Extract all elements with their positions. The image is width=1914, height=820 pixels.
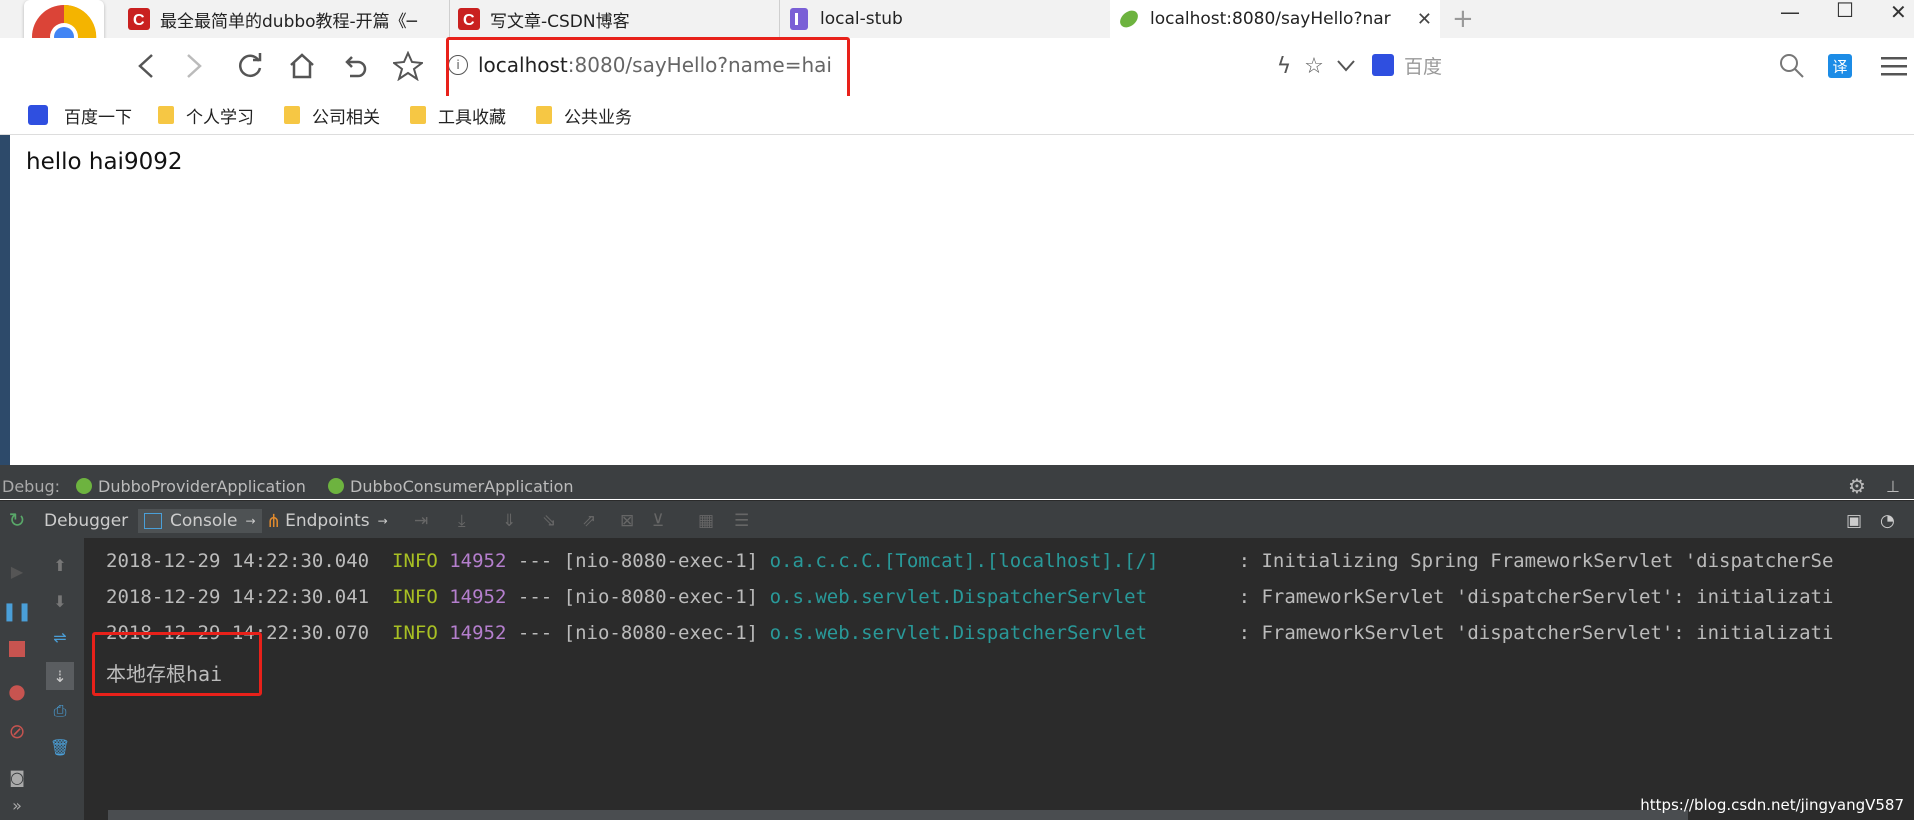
endpoints-icon: ⋔ [266,510,282,532]
tab-debugger[interactable]: Debugger [44,509,128,533]
camera-icon[interactable]: ◙ [6,766,28,788]
print-icon[interactable]: ⎙ [49,700,71,722]
bookmark-baidu[interactable]: 百度一下 [28,102,132,128]
undo-close-button[interactable] [336,48,372,84]
svg-text:C: C [463,12,475,29]
soft-wrap-icon[interactable]: ⇌ [49,626,71,648]
forward-button[interactable] [176,48,212,84]
page-text: hello hai9092 [26,149,183,175]
tab-bar: C 最全最简单的dubbo教程-开篇《─ C 写文章-CSDN博客 local-… [0,0,1914,38]
more-icon[interactable]: » [6,794,28,816]
arrow-up-icon[interactable]: ⬆ [49,554,71,576]
search-icon[interactable] [1774,48,1810,84]
bookmark-folder[interactable]: 工具收藏 [410,102,506,128]
watermark: https://blog.csdn.net/jingyangV587 [1640,796,1904,814]
view-breakpoints-icon[interactable]: ● [6,679,28,703]
tab-local-stub[interactable]: local-stub [780,0,1110,38]
pause-icon[interactable]: ❚❚ [2,600,32,622]
baidu-icon [28,105,48,125]
tab-localhost-sayhello[interactable]: localhost:8080/sayHello?nar ✕ [1110,0,1440,38]
search-box[interactable]: 百度 [1372,46,1792,84]
debug-tabs: Debug: DubboProviderApplication DubboCon… [0,473,1914,499]
baidu-icon [1372,54,1394,76]
ide-divider [0,465,1914,473]
csdn-icon: C [458,8,480,30]
tab-title: 写文章-CSDN博客 [490,11,630,32]
menu-icon[interactable] [1876,48,1912,84]
step-into-icon[interactable]: ⤓ [458,509,466,533]
tab-title: local-stub [820,9,903,29]
rerun-icon[interactable]: ↻ [6,508,28,532]
new-tab-button[interactable]: + [1452,4,1474,34]
search-placeholder: 百度 [1404,55,1443,78]
step-out-icon[interactable]: ⇘ [542,509,556,533]
folder-icon [158,106,174,124]
page-content: hello hai9092 [10,135,1914,465]
spring-boot-icon [328,478,344,494]
back-button[interactable] [128,48,164,84]
translate-button[interactable]: 译 [1822,48,1858,84]
log-line: 2018-12-29 14:22:30.041 INFO 14952 --- [… [106,586,1834,608]
tab-title: localhost:8080/sayHello?nar [1150,9,1391,29]
settings-gear-icon[interactable]: ⚙ [1848,474,1866,498]
horizontal-scrollbar[interactable] [108,810,1688,820]
run-config-consumer[interactable]: DubboConsumerApplication [328,475,574,497]
close-tab-icon[interactable]: ✕ [1417,9,1432,30]
arrow-down-icon[interactable]: ⬇ [49,590,71,612]
drop-frame-icon[interactable]: ⇗ [582,509,596,533]
spring-leaf-icon [1118,8,1140,30]
tab-console[interactable]: Console → [138,509,262,533]
console-side-actions: ⬆ ⬇ ⇌ ⇣ ⎙ 🗑 [36,538,85,820]
tab-csdn-write[interactable]: C 写文章-CSDN博客 [450,0,780,38]
minimize-button[interactable]: — [1780,0,1800,24]
browser-toolbar: i localhost:8080/sayHello?name=hai ϟ ☆ 百… [0,38,1914,96]
mute-breakpoints-icon[interactable]: ⊘ [6,719,28,743]
debug-toolbar: ↻ Debugger Console → ⋔ Endpoints → ⇥ ⤓ ⇓… [0,500,1914,539]
debug-side-actions: ▶ ❚❚ ● ⊘ ◙ » [0,538,36,820]
chevron-down-icon[interactable] [1328,48,1364,84]
run-to-cursor-icon[interactable]: ⊠ [620,509,634,533]
gauge-icon[interactable]: ◔ [1880,509,1895,533]
tab-dubbo-tutorial[interactable]: C 最全最简单的dubbo教程-开篇《─ [120,0,450,38]
memory-icon[interactable]: ▣ [1846,509,1862,533]
bookmark-folder[interactable]: 公共业务 [536,102,632,128]
folder-icon [410,106,426,124]
frames-icon[interactable]: ▦ [698,509,714,533]
evaluate-icon[interactable]: ⊻ [652,509,664,533]
tab-endpoints[interactable]: ⋔ Endpoints → [266,509,388,533]
scroll-to-end-icon[interactable]: ⇣ [46,662,74,690]
reload-button[interactable] [232,48,268,84]
page-icon [788,8,810,30]
folder-icon [536,106,552,124]
log-line: 2018-12-29 14:22:30.040 INFO 14952 --- [… [106,550,1834,572]
resume-icon[interactable]: ▶ [6,560,28,582]
console-icon [144,513,162,529]
close-window-button[interactable]: ✕ [1890,0,1907,24]
tab-title: 最全最简单的dubbo教程-开篇《─ [160,11,417,32]
stop-icon[interactable] [6,638,28,660]
debug-label: Debug: [2,476,61,496]
force-step-into-icon[interactable]: ⇓ [502,509,516,533]
bookmark-folder[interactable]: 公司相关 [284,102,380,128]
csdn-icon: C [128,8,150,30]
trash-icon[interactable]: 🗑 [49,736,71,758]
favorite-star-icon[interactable]: ☆ [1296,48,1332,84]
svg-text:C: C [133,12,145,29]
console-output: 2018-12-29 14:22:30.040 INFO 14952 --- [… [84,538,1914,820]
log-line: 2018-12-29 14:22:30.070 INFO 14952 --- [… [106,622,1834,644]
spring-boot-icon [76,478,92,494]
folder-icon [284,106,300,124]
home-button[interactable] [284,48,320,84]
bookmark-folder[interactable]: 个人学习 [158,102,254,128]
pin-arrow-icon: → [377,514,388,528]
maximize-button[interactable]: ☐ [1836,0,1854,22]
bookmarks-bar: 百度一下 个人学习 公司相关 工具收藏 公共业务 [0,96,1914,135]
run-config-provider[interactable]: DubboProviderApplication [76,475,306,497]
bookmark-star-icon[interactable] [390,48,426,84]
pin-icon[interactable]: ⊥ [1886,475,1900,497]
step-over-icon[interactable]: ⇥ [414,509,428,533]
threads-icon[interactable]: ☰ [734,509,749,533]
output-highlight-box [92,632,262,696]
pin-arrow-icon: → [245,514,256,528]
